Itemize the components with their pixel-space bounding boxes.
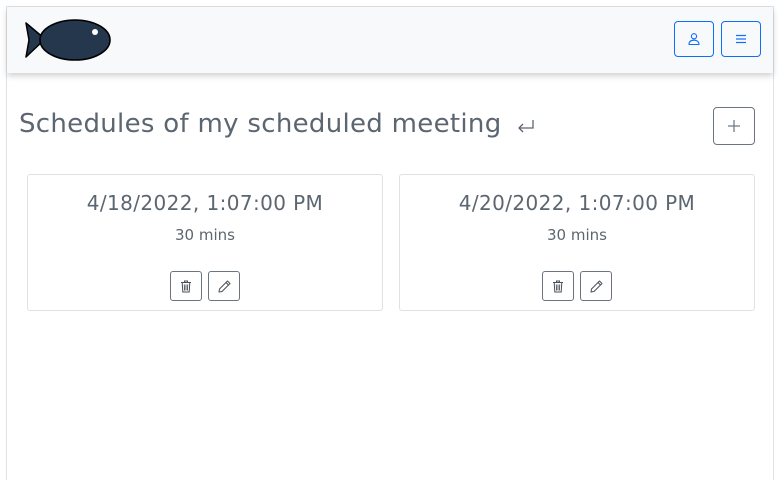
schedule-card: 4/18/2022, 1:07:00 PM 30 mins <box>27 174 383 311</box>
person-icon <box>688 33 700 46</box>
trash-icon <box>553 280 563 292</box>
page-title-text: Schedules of my scheduled meeting <box>19 109 502 139</box>
return-arrow-icon[interactable] <box>516 111 536 141</box>
top-navbar <box>7 7 773 73</box>
schedule-date: 4/20/2022, 1:07:00 PM <box>458 191 696 215</box>
plus-icon <box>728 120 740 132</box>
trash-icon <box>181 280 191 292</box>
schedule-actions <box>28 271 382 301</box>
fish-logo-icon[interactable] <box>25 17 113 63</box>
pencil-icon <box>218 280 230 292</box>
delete-schedule-button[interactable] <box>170 271 202 301</box>
schedule-card: 4/20/2022, 1:07:00 PM 30 mins <box>399 174 755 311</box>
menu-toggle-button[interactable] <box>721 21 761 57</box>
edit-schedule-button[interactable] <box>208 271 240 301</box>
schedule-duration: 30 mins <box>175 226 235 244</box>
schedule-date: 4/18/2022, 1:07:00 PM <box>86 191 324 215</box>
page-title: Schedules of my scheduled meeting <box>19 107 536 141</box>
user-account-button[interactable] <box>674 21 714 57</box>
delete-schedule-button[interactable] <box>542 271 574 301</box>
schedule-duration: 30 mins <box>547 226 607 244</box>
add-schedule-button[interactable] <box>713 107 755 145</box>
hamburger-menu-icon <box>736 34 746 44</box>
pencil-icon <box>590 280 602 292</box>
app-frame: Schedules of my scheduled meeting 4/18/2… <box>6 6 774 480</box>
edit-schedule-button[interactable] <box>580 271 612 301</box>
schedule-actions <box>400 271 754 301</box>
